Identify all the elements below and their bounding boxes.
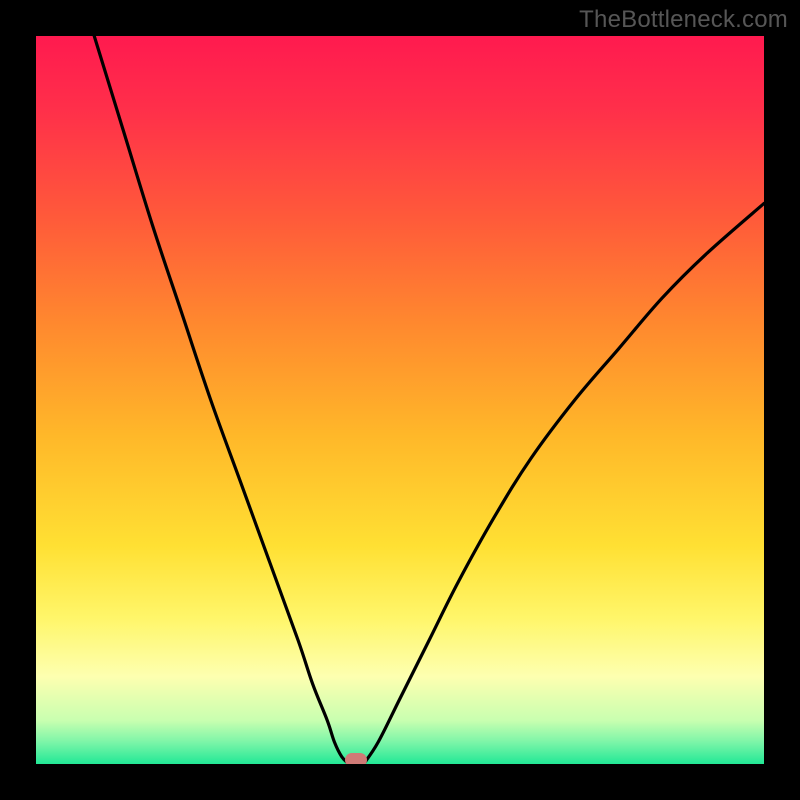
watermark-text: TheBottleneck.com bbox=[579, 6, 788, 34]
curve-left-branch bbox=[94, 36, 349, 764]
minimum-marker bbox=[345, 753, 367, 764]
bottleneck-curve bbox=[36, 36, 764, 764]
curve-right-branch bbox=[364, 203, 764, 764]
chart-container: TheBottleneck.com bbox=[0, 0, 800, 800]
plot-area bbox=[36, 36, 764, 764]
